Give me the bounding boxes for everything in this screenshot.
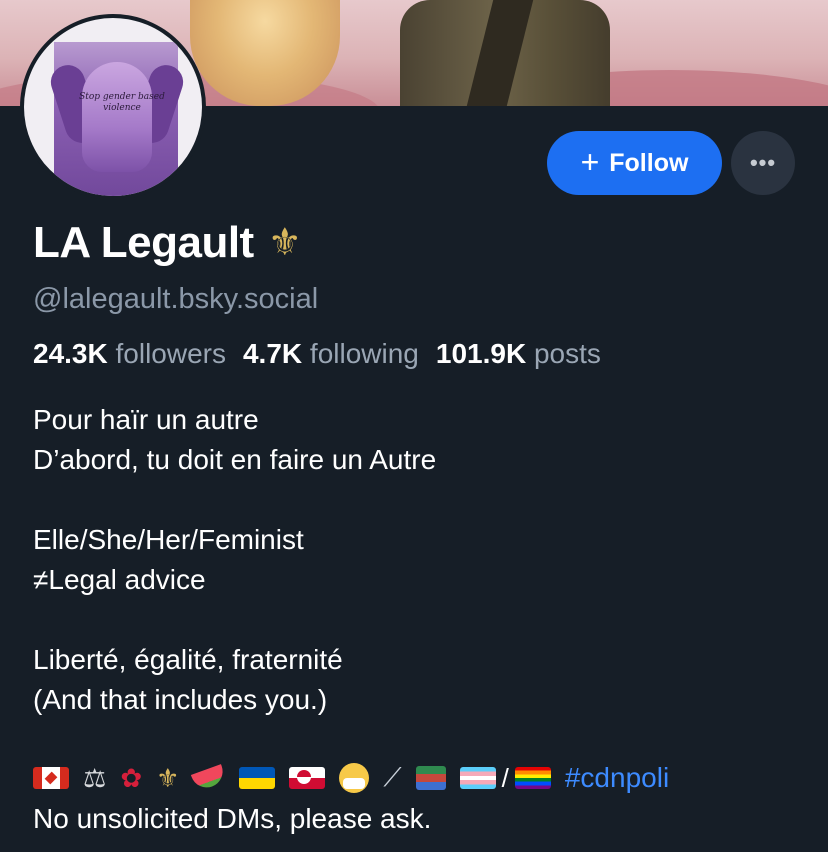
followers-label: followers	[115, 338, 226, 369]
greenland-flag-icon	[289, 767, 326, 789]
slash-separator: /	[501, 762, 509, 793]
plus-icon: +	[580, 143, 600, 180]
avatar-caption: Stop gender based violence	[79, 92, 165, 113]
more-options-button[interactable]: •••	[731, 131, 795, 195]
bio-line: Liberté, égalité, fraternité	[33, 644, 343, 675]
display-name: LA Legault	[33, 218, 254, 267]
bio-line: ≠Legal advice	[33, 564, 206, 595]
bio-line: D’abord, tu doit en faire un Autre	[33, 444, 437, 475]
bio-emoji-row: ⚖ ✿ ⚜ ⟋ / #cdnpoli	[33, 758, 669, 798]
avatar-image: Stop gender based violence	[24, 18, 202, 196]
following-stat[interactable]: 4.7K following	[243, 338, 419, 370]
pride-flag-icon	[514, 767, 551, 789]
books-icon	[415, 766, 446, 790]
mask-face-icon	[339, 763, 370, 793]
canada-flag-icon	[33, 767, 69, 789]
avatar[interactable]: Stop gender based violence	[20, 14, 206, 200]
profile-handle: @lalegault.bsky.social	[33, 283, 319, 315]
profile-bio: Pour haïr un autre D’abord, tu doit en f…	[33, 400, 793, 720]
watermelon-icon	[191, 764, 228, 792]
avatar-hair	[82, 62, 152, 172]
bio-line: (And that includes you.)	[33, 684, 328, 715]
followers-stat[interactable]: 24.3K followers	[33, 338, 226, 370]
name-row: LA Legault ⚜	[33, 218, 302, 268]
profile-stats: 24.3K followers 4.7K following 101.9K po…	[33, 338, 601, 370]
ukraine-flag-icon	[239, 767, 276, 789]
trans-flag-icon	[459, 767, 496, 789]
bio-line: Pour haïr un autre	[33, 404, 259, 435]
bio-line: Elle/She/Her/Feminist	[33, 524, 304, 555]
following-count: 4.7K	[242, 338, 303, 369]
follow-button[interactable]: + Follow	[547, 131, 722, 195]
hashtag-link[interactable]: #cdnpoli	[565, 762, 669, 794]
posts-stat: 101.9K posts	[436, 338, 601, 370]
posts-count: 101.9K	[435, 338, 527, 369]
scales-icon: ⚖	[83, 763, 107, 793]
following-label: following	[309, 338, 419, 369]
bio-line: No unsolicited DMs, please ask.	[33, 803, 432, 834]
rose-icon: ✿	[120, 763, 143, 793]
bio-spacer	[33, 480, 793, 520]
follow-label: Follow	[609, 148, 689, 177]
fleur-de-lis-icon: ⚜	[156, 763, 180, 793]
followers-count: 24.3K	[33, 338, 108, 369]
syringe-icon: ⟋	[383, 762, 402, 792]
more-icon: •••	[749, 150, 777, 175]
bio-spacer	[33, 600, 793, 640]
fleur-de-lis-icon: ⚜	[267, 222, 302, 264]
posts-label: posts	[533, 338, 601, 369]
